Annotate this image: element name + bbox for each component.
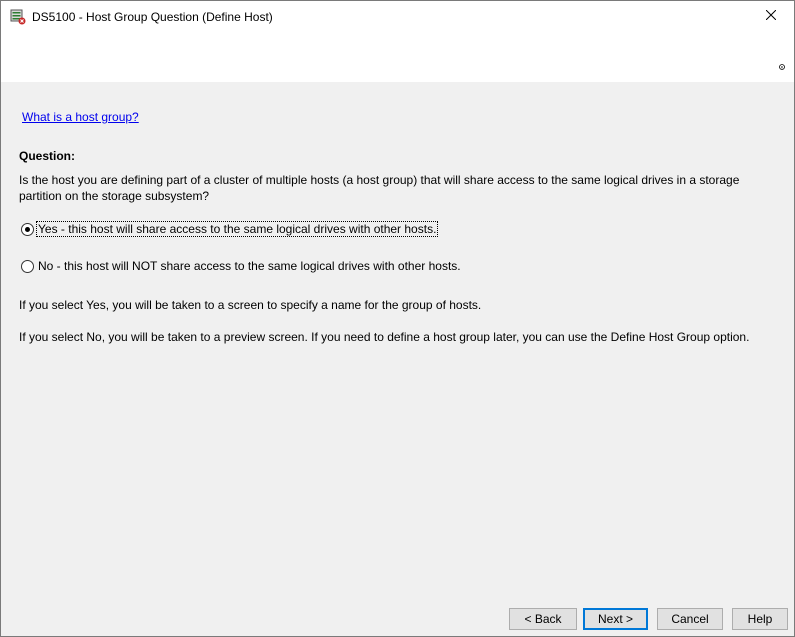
back-button[interactable]: < Back (509, 608, 577, 630)
yes-radio-label[interactable]: Yes - this host will share access to the… (35, 221, 439, 237)
help-button[interactable]: Help (732, 608, 788, 630)
what-is-host-group-link[interactable]: What is a host group? (22, 110, 139, 124)
close-button[interactable] (748, 1, 794, 31)
info-text-no: If you select No, you will be taken to a… (19, 330, 750, 344)
content-area: What is a host group? Question: Is the h… (1, 82, 794, 636)
question-heading: Question: (19, 149, 75, 163)
cancel-button[interactable]: Cancel (657, 608, 723, 630)
next-button[interactable]: Next > (583, 608, 648, 630)
title-bar: DS5100 - Host Group Question (Define Hos… (1, 1, 794, 32)
close-icon (765, 9, 777, 23)
window-title: DS5100 - Host Group Question (Define Hos… (32, 10, 273, 24)
no-radio-button[interactable] (21, 259, 34, 273)
no-radio-label[interactable]: No - this host will NOT share access to … (37, 259, 462, 273)
no-radio-option[interactable]: No - this host will NOT share access to … (21, 259, 462, 273)
ibm-logo: R (696, 40, 786, 74)
info-text-yes: If you select Yes, you will be taken to … (19, 298, 482, 312)
yes-radio-button[interactable] (21, 222, 34, 236)
yes-radio-option[interactable]: Yes - this host will share access to the… (21, 221, 439, 237)
app-icon (10, 9, 26, 25)
header-banner: R (1, 32, 794, 82)
question-text: Is the host you are defining part of a c… (19, 173, 740, 203)
dialog-window: DS5100 - Host Group Question (Define Hos… (0, 0, 795, 637)
